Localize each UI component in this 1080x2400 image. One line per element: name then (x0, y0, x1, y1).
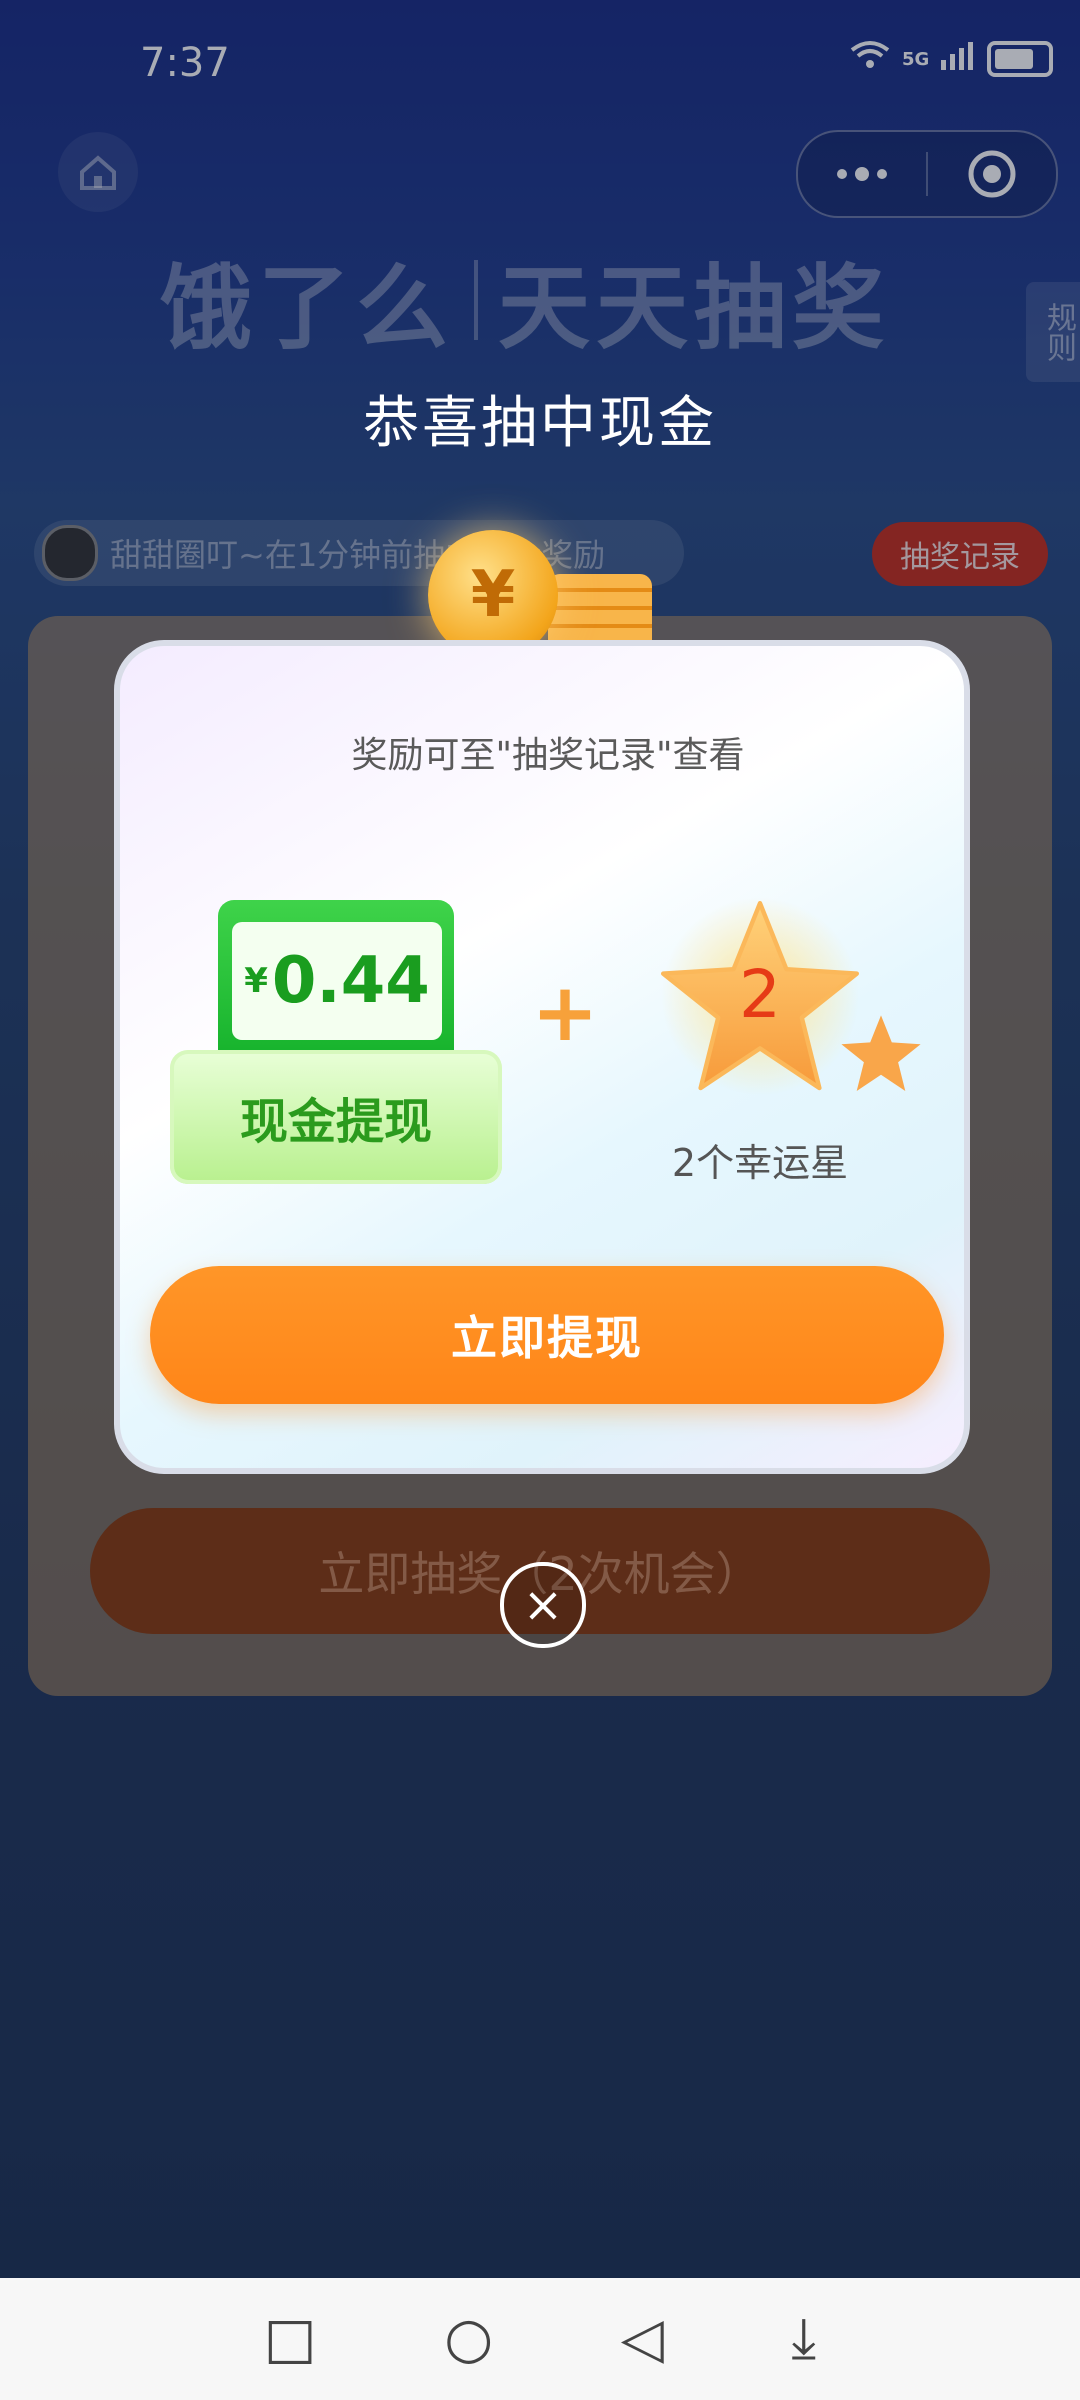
recents-button[interactable]: □ (264, 2311, 317, 2367)
cash-currency: ¥ (244, 961, 268, 1001)
back-button[interactable]: ◁ (621, 2311, 664, 2367)
home-nav-button[interactable]: ○ (444, 2311, 493, 2367)
cash-reward-card: ¥ 0.44 现金提现 (170, 900, 502, 1184)
cash-amount-box: ¥ 0.44 (232, 922, 442, 1040)
popup-title: 恭喜抽中现金 (363, 391, 717, 456)
close-icon: × (522, 1577, 564, 1633)
prize-modal: 奖励可至"抽奖记录"查看 ¥ 0.44 现金提现 + 2 2个幸运星 立即提现 (114, 640, 970, 1474)
lucky-star-count: 2 (739, 956, 781, 1033)
close-popup-button[interactable]: × (500, 1562, 586, 1648)
plus-sign: + (531, 966, 599, 1059)
cash-withdraw-label: 现金提现 (170, 1050, 502, 1184)
withdraw-now-button[interactable]: 立即提现 (150, 1266, 944, 1404)
system-nav-bar: □ ○ ◁ ⤓ (0, 2278, 1080, 2400)
lucky-star-label: 2个幸运星 (671, 1141, 849, 1185)
cash-amount: 0.44 (271, 944, 430, 1018)
notification-pulldown-button[interactable]: ⤓ (791, 2311, 816, 2367)
small-star-icon (841, 1015, 921, 1091)
popup-subtitle: 奖励可至"抽奖记录"查看 (351, 735, 745, 776)
